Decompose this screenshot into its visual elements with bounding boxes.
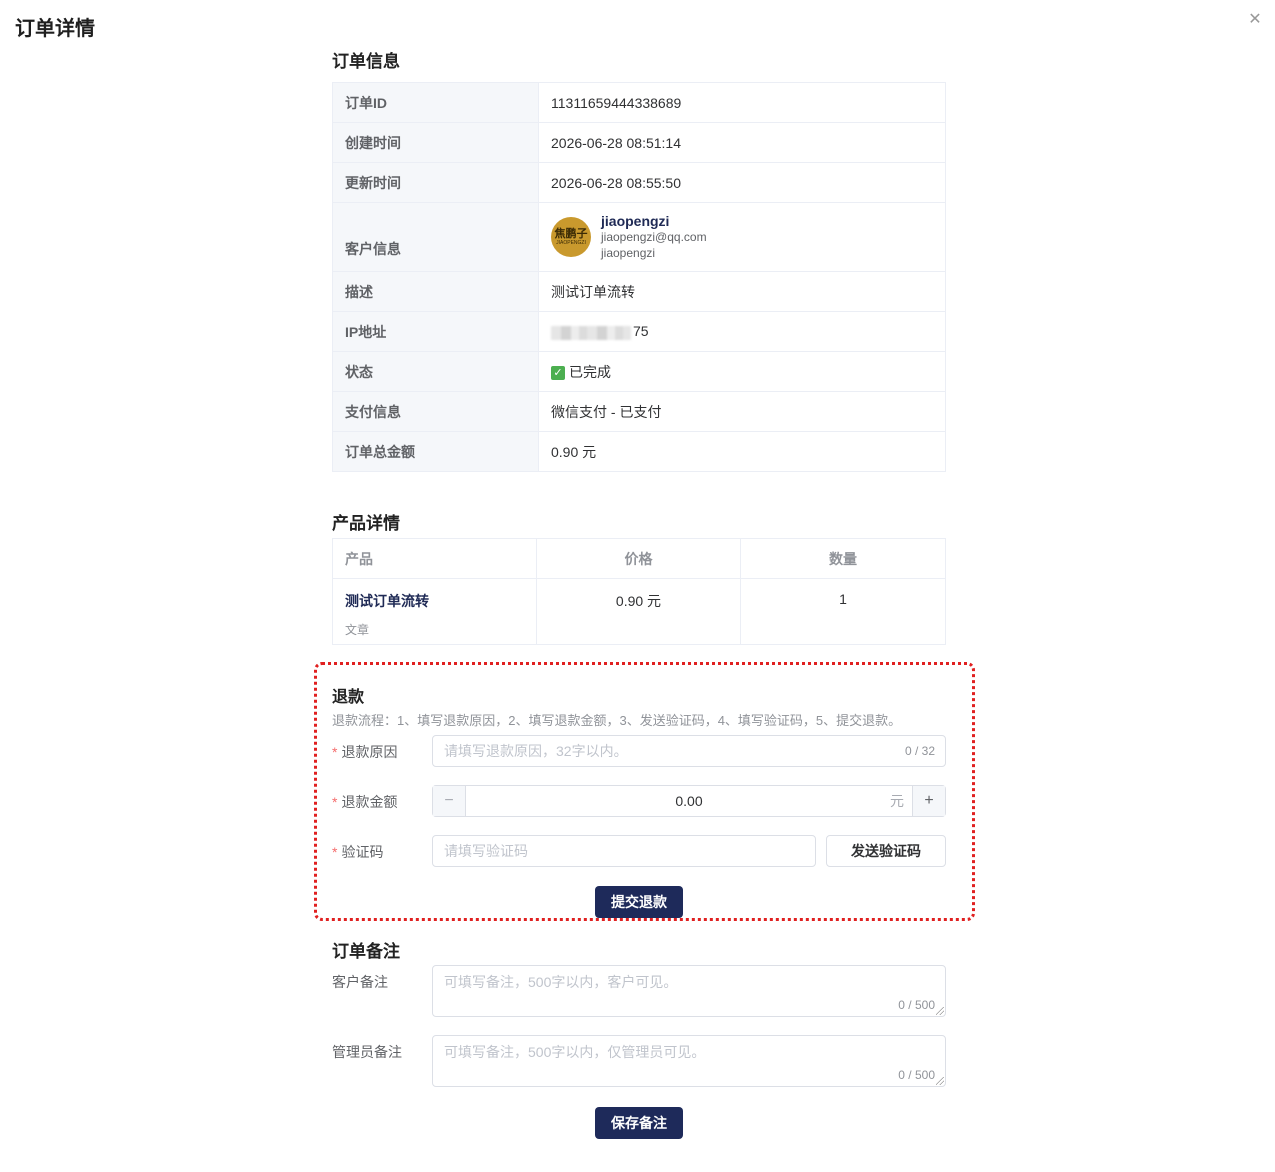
customer-note-label: 客户备注	[332, 974, 388, 990]
admin-note-textarea[interactable]: 可填写备注，500字以内，仅管理员可见。 0 / 500	[432, 1035, 946, 1087]
admin-note-label: 管理员备注	[332, 1044, 402, 1060]
info-label: 客户信息	[332, 202, 539, 272]
order-id-value: 11311659444338689	[538, 82, 946, 123]
admin-note-placeholder: 可填写备注，500字以内，仅管理员可见。	[444, 1044, 706, 1060]
refund-amount-value: 0.00	[675, 793, 703, 809]
avatar: 焦鹏子 JIAOPENGZI	[551, 217, 591, 257]
info-label: 更新时间	[332, 162, 539, 203]
resize-handle-icon[interactable]	[936, 1007, 944, 1015]
refund-amount-stepper: − 0.00 元 +	[432, 785, 946, 817]
refund-reason-label-text: 退款原因	[341, 744, 398, 760]
info-row-total: 订单总金额 0.90 元	[332, 431, 946, 472]
status-cell: ✓ 已完成	[538, 351, 946, 392]
info-row-order-id: 订单ID 11311659444338689	[332, 82, 946, 123]
customer-email: jiaopengzi@qq.com	[601, 230, 707, 244]
submit-refund-button[interactable]: 提交退款	[595, 886, 683, 918]
verification-code-placeholder: 请填写验证码	[444, 843, 528, 859]
refund-description: 退款流程：1、填写退款原因，2、填写退款金额，3、发送验证码，4、填写验证码，5…	[332, 713, 902, 728]
ip-address-cell: 75	[538, 311, 946, 352]
avatar-text: 焦鹏子	[554, 228, 588, 240]
products-table: 产品 价格 数量 测试订单流转 文章 0.90 元 1	[332, 538, 946, 645]
send-code-button[interactable]: 发送验证码	[826, 835, 946, 867]
order-info-title: 订单信息	[332, 52, 400, 71]
updated-time-value: 2026-06-28 08:55:50	[538, 162, 946, 203]
ip-address-suffix: 75	[633, 323, 649, 340]
close-icon[interactable]: ✕	[1247, 12, 1263, 28]
info-label: 订单ID	[332, 82, 539, 123]
product-name-link[interactable]: 测试订单流转	[345, 591, 524, 611]
refund-amount-label: * 退款金额	[332, 792, 397, 812]
required-mark: *	[332, 744, 338, 760]
refund-title: 退款	[332, 689, 365, 706]
created-time-value: 2026-06-28 08:51:14	[538, 122, 946, 163]
decrease-button[interactable]: −	[433, 786, 466, 816]
customer-info-cell: 焦鹏子 JIAOPENGZI jiaopengzi jiaopengzi@qq.…	[538, 202, 946, 272]
info-label: 支付信息	[332, 391, 539, 432]
order-info-table: 订单ID 11311659444338689 创建时间 2026-06-28 0…	[332, 82, 946, 472]
required-mark: *	[332, 794, 338, 810]
product-quantity: 1	[740, 578, 946, 645]
info-label: 创建时间	[332, 122, 539, 163]
refund-reason-label: * 退款原因	[332, 742, 397, 762]
refund-reason-input[interactable]: 请填写退款原因，32字以内。 0 / 32	[432, 735, 946, 767]
info-row-status: 状态 ✓ 已完成	[332, 351, 946, 392]
refund-amount-unit: 元	[890, 793, 904, 809]
customer-username: jiaopengzi	[601, 246, 656, 260]
payment-value: 微信支付 - 已支付	[538, 391, 946, 432]
info-row-description: 描述 测试订单流转	[332, 271, 946, 312]
verification-code-label-text: 验证码	[341, 844, 384, 860]
refund-reason-placeholder: 请填写退款原因，32字以内。	[444, 743, 628, 759]
product-price: 0.90 元	[536, 578, 741, 645]
customer-name: jiaopengzi	[601, 213, 670, 229]
customer-note-counter: 0 / 500	[898, 998, 935, 1012]
verification-code-input[interactable]: 请填写验证码	[432, 835, 816, 867]
refund-amount-label-text: 退款金额	[341, 794, 398, 810]
column-header-quantity: 数量	[740, 538, 946, 579]
refund-amount-input[interactable]: 0.00 元	[466, 786, 912, 816]
info-row-payment: 支付信息 微信支付 - 已支付	[332, 391, 946, 432]
dialog-title: 订单详情	[15, 18, 95, 40]
check-icon: ✓	[551, 365, 565, 380]
product-type: 文章	[345, 623, 370, 637]
product-cell: 测试订单流转 文章	[332, 578, 537, 645]
increase-button[interactable]: +	[912, 786, 945, 816]
info-label: 描述	[332, 271, 539, 312]
info-row-created: 创建时间 2026-06-28 08:51:14	[332, 122, 946, 163]
info-label: 订单总金额	[332, 431, 539, 472]
status-badge: 已完成	[569, 363, 611, 380]
description-value: 测试订单流转	[538, 271, 946, 312]
verification-code-label: * 验证码	[332, 842, 383, 862]
info-row-updated: 更新时间 2026-06-28 08:55:50	[332, 162, 946, 203]
customer-note-placeholder: 可填写备注，500字以内，客户可见。	[444, 974, 678, 990]
column-header-price: 价格	[536, 538, 741, 579]
avatar-subtext: JIAOPENGZI	[556, 240, 586, 246]
table-row: 测试订单流转 文章 0.90 元 1	[332, 578, 946, 645]
column-header-product: 产品	[332, 538, 537, 579]
refund-reason-counter: 0 / 32	[904, 744, 935, 758]
total-amount-value: 0.90 元	[538, 431, 946, 472]
products-title: 产品详情	[332, 514, 400, 533]
required-mark: *	[332, 844, 338, 860]
info-label: IP地址	[332, 311, 539, 352]
info-label: 状态	[332, 351, 539, 392]
products-header-row: 产品 价格 数量	[332, 538, 946, 579]
ip-redaction	[551, 325, 631, 340]
customer-note-textarea[interactable]: 可填写备注，500字以内，客户可见。 0 / 500	[432, 965, 946, 1017]
resize-handle-icon[interactable]	[936, 1077, 944, 1085]
info-row-ip: IP地址 75	[332, 311, 946, 352]
save-notes-button[interactable]: 保存备注	[595, 1107, 683, 1139]
admin-note-counter: 0 / 500	[898, 1068, 935, 1082]
info-row-customer: 客户信息 焦鹏子 JIAOPENGZI jiaopengzi jiaopengz…	[332, 202, 946, 272]
notes-title: 订单备注	[332, 942, 400, 961]
